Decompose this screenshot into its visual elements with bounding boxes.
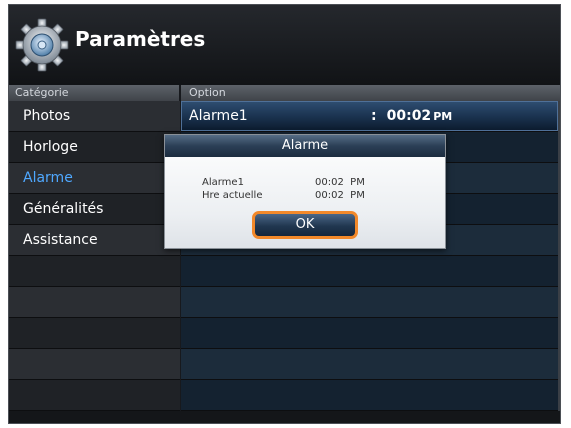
- sidebar-item-assistance[interactable]: Assistance: [9, 225, 180, 256]
- category-sidebar: Photos Horloge Alarme Généralités Assist…: [9, 101, 180, 411]
- dialog-title: Alarme: [165, 135, 445, 157]
- alarm-dialog: Alarme Alarme1 00:02 PM Hre actuelle 00:…: [164, 134, 446, 249]
- sidebar-empty-row: [9, 318, 180, 349]
- page-title: Paramètres: [75, 27, 206, 51]
- alarm-time-value: :00:02 PM: [371, 101, 452, 132]
- sidebar-item-alarme[interactable]: Alarme: [9, 163, 180, 194]
- sidebar-item-label: Généralités: [23, 201, 104, 217]
- settings-window: Paramètres Catégorie Option Photos Horlo…: [8, 4, 561, 424]
- dialog-body: Alarme1 00:02 PM Hre actuelle 00:02 PM O…: [165, 157, 445, 249]
- bottom-bar: [9, 411, 560, 423]
- sidebar-empty-row: [9, 287, 180, 318]
- option-empty-row: [181, 256, 558, 287]
- current-time-label: Hre actuelle: [202, 190, 263, 201]
- alarm-time: 00:02: [386, 108, 432, 124]
- sidebar-empty-row: [9, 380, 180, 411]
- sidebar-item-label: Photos: [23, 108, 71, 124]
- sidebar-empty-row: [9, 256, 180, 287]
- alarm1-label: Alarme1: [202, 177, 244, 188]
- option-column-header: Option: [181, 85, 560, 101]
- sidebar-item-label: Alarme: [23, 170, 73, 186]
- current-time-value: 00:02 PM: [315, 190, 365, 201]
- sidebar-empty-row: [9, 349, 180, 380]
- sidebar-item-label: Horloge: [23, 139, 78, 155]
- time-separator: :: [371, 108, 377, 124]
- alarm1-value: 00:02 PM: [315, 177, 365, 188]
- sidebar-item-horloge[interactable]: Horloge: [9, 132, 180, 163]
- option-empty-row: [181, 380, 558, 411]
- scrollbar[interactable]: [558, 101, 560, 411]
- option-empty-row: [181, 287, 558, 318]
- column-headers: Catégorie Option: [9, 85, 560, 101]
- gear-icon: [15, 18, 69, 72]
- option-row-alarm1[interactable]: Alarme1 :00:02 PM: [181, 101, 558, 132]
- sidebar-item-photos[interactable]: Photos: [9, 101, 180, 132]
- alarm-ampm: PM: [433, 110, 453, 123]
- sidebar-item-label: Assistance: [23, 232, 98, 248]
- option-empty-row: [181, 349, 558, 380]
- option-empty-row: [181, 318, 558, 349]
- sidebar-item-generalites[interactable]: Généralités: [9, 194, 180, 225]
- ok-button[interactable]: OK: [252, 211, 358, 239]
- option-label: Alarme1: [189, 108, 248, 124]
- header-bar: Paramètres: [9, 5, 560, 85]
- category-column-header: Catégorie: [9, 85, 179, 101]
